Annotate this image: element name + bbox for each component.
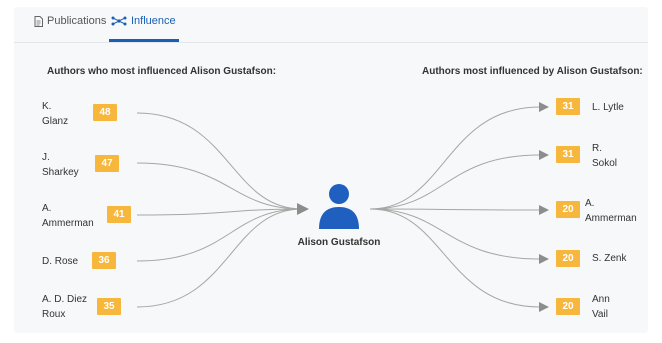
right-arrowhead-2 <box>539 150 549 160</box>
left-author-3-count: 41 <box>107 206 131 223</box>
right-arrowhead-1 <box>539 102 549 112</box>
left-edge-4 <box>136 208 303 262</box>
right-arrowhead-5 <box>539 302 549 312</box>
left-author-4-line1: D. Rose <box>42 256 79 267</box>
right-author-1[interactable]: L. Lytle <box>592 100 624 115</box>
right-edge-1 <box>369 106 541 210</box>
left-edge-2 <box>136 162 303 210</box>
left-author-1-count: 48 <box>93 104 117 121</box>
left-author-2-line1: J. <box>42 152 50 163</box>
right-author-4[interactable]: S. Zenk <box>592 251 626 266</box>
left-author-5-line2: Roux <box>42 309 66 320</box>
right-edge-2 <box>369 154 541 210</box>
left-author-2[interactable]: J. Sharkey <box>42 150 79 180</box>
person-icon <box>319 184 359 229</box>
center-author-name[interactable]: Alison Gustafson <box>291 237 387 248</box>
left-author-2-count: 47 <box>95 155 119 172</box>
left-author-1-line1: K. <box>42 101 52 112</box>
left-edge-1 <box>136 112 303 210</box>
left-author-4-count: 36 <box>92 252 116 269</box>
left-author-3[interactable]: A. Ammerman <box>42 201 94 231</box>
left-author-5-line1: A. D. Diez <box>42 294 88 305</box>
right-edge-3 <box>369 208 541 211</box>
left-author-5-count: 35 <box>97 298 121 315</box>
left-author-4[interactable]: D. Rose <box>42 254 78 269</box>
right-author-2-count: 31 <box>556 146 580 163</box>
left-author-1-line2: Glanz <box>42 116 69 127</box>
right-arrowhead-4 <box>539 254 549 264</box>
right-author-5-line1: Ann <box>592 294 610 305</box>
right-author-1-line1: L. Lytle <box>592 102 624 113</box>
right-author-5-line2: Vail <box>592 309 608 320</box>
right-author-2-line2: Sokol <box>592 158 618 169</box>
left-edge-5 <box>136 208 303 308</box>
left-author-3-line1: A. <box>42 203 52 214</box>
right-author-2-line1: R. <box>592 143 602 154</box>
right-author-4-line1: S. Zenk <box>592 253 627 264</box>
center-arrowhead <box>297 203 309 215</box>
right-author-3-line1: A. <box>585 198 595 209</box>
right-author-3-count: 20 <box>556 201 580 218</box>
right-author-3[interactable]: A. Ammerman <box>585 196 637 226</box>
left-author-5[interactable]: A. D. Diez Roux <box>42 292 87 322</box>
right-author-5-count: 20 <box>556 298 580 315</box>
left-author-1[interactable]: K. Glanz <box>42 99 68 129</box>
right-author-2[interactable]: R. Sokol <box>592 141 617 171</box>
right-arrowhead-3 <box>539 205 549 215</box>
right-author-3-line2: Ammerman <box>585 213 637 224</box>
right-author-1-count: 31 <box>556 98 580 115</box>
right-edge-4 <box>369 208 541 260</box>
left-author-2-line2: Sharkey <box>42 167 79 178</box>
left-author-3-line2: Ammerman <box>42 218 94 229</box>
right-author-5[interactable]: Ann Vail <box>592 292 610 322</box>
right-author-4-count: 20 <box>556 250 580 267</box>
